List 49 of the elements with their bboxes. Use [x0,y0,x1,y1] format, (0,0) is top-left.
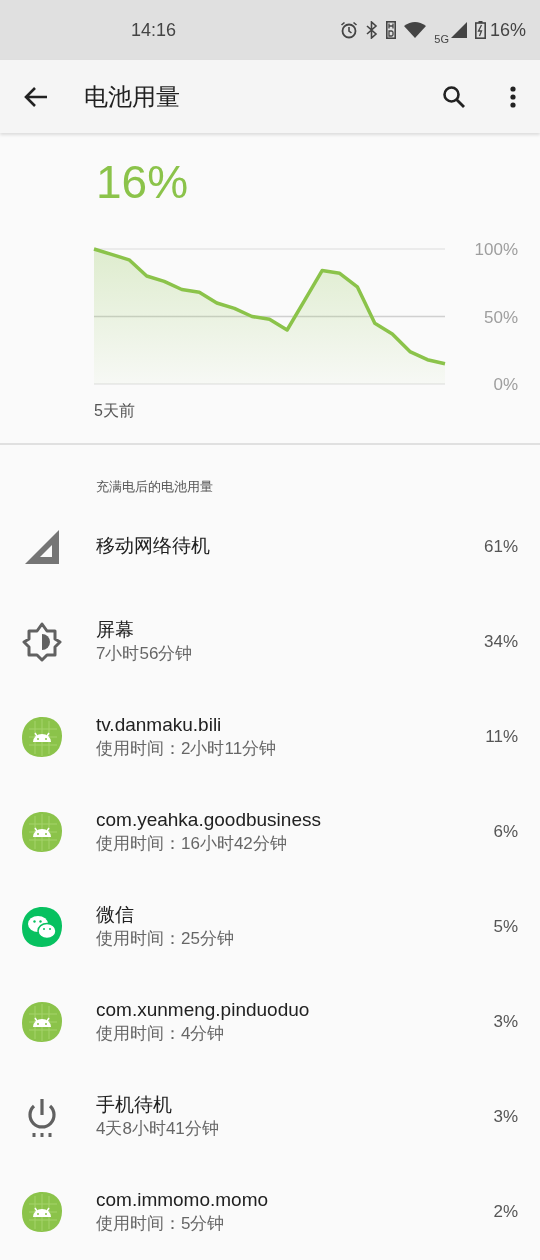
axis-label: 50% [483,307,518,327]
usage-percent: 11% [485,725,518,748]
usage-percent: 2% [493,1200,518,1223]
usage-percent: 5% [493,915,518,938]
hd-icon [386,21,397,39]
usage-percent: 6% [493,820,518,843]
signal-icon [24,528,60,565]
android-app-icon [21,715,63,758]
brightness-icon [22,621,62,662]
android-app-icon [21,810,63,853]
clock-time: 14:16 [131,18,177,42]
axis-label: 100% [474,243,518,259]
back-arrow-icon[interactable] [24,85,48,108]
item-title: 微信 [96,903,135,928]
search-icon[interactable] [442,84,466,109]
item-title: 手机待机 [96,1093,173,1118]
item-title: 屏幕 [96,618,135,643]
section-header: 充满电后的电池用量 [96,478,214,496]
item-usage: 4天8小时41分钟 [96,1117,220,1140]
axis-title: 5天前 [94,402,135,419]
alarm-icon [340,21,359,39]
more-options-icon[interactable] [510,85,516,108]
item-title: 移动网络待机 [96,534,211,559]
item-title: com.yeahka.goodbusiness [96,808,322,833]
wifi-icon [404,22,427,38]
battery-level: 16% [96,159,190,205]
bluetooth-icon [366,21,379,39]
usage-percent: 3% [493,1105,518,1128]
item-title: com.xunmeng.pinduoduo [96,998,311,1023]
chat-app-icon [21,905,63,948]
usage-percent: 34% [483,630,518,653]
item-usage: 使用时间：4分钟 [96,1022,226,1045]
android-app-icon [21,1190,63,1233]
signal-icon [450,22,467,38]
battery-icon [474,21,486,39]
item-usage: 使用时间：25分钟 [96,927,235,950]
item-usage: 7小时56分钟 [96,642,194,665]
usage-percent: 61% [483,535,518,558]
page-title: 电池用量 [84,81,180,112]
item-title: tv.danmaku.bili [96,713,223,738]
item-usage: 使用时间：2小时11分钟 [96,737,278,760]
network-type: 5G [434,31,449,47]
item-usage: 使用时间：5分钟 [96,1212,226,1235]
axis-label: 0% [493,375,518,394]
battery-percent: 16% [489,18,526,42]
item-title: com.immomo.momo [96,1188,270,1213]
usage-percent: 3% [493,1010,518,1033]
android-app-icon [21,1000,63,1043]
item-usage: 使用时间：16小时42分钟 [96,832,288,855]
